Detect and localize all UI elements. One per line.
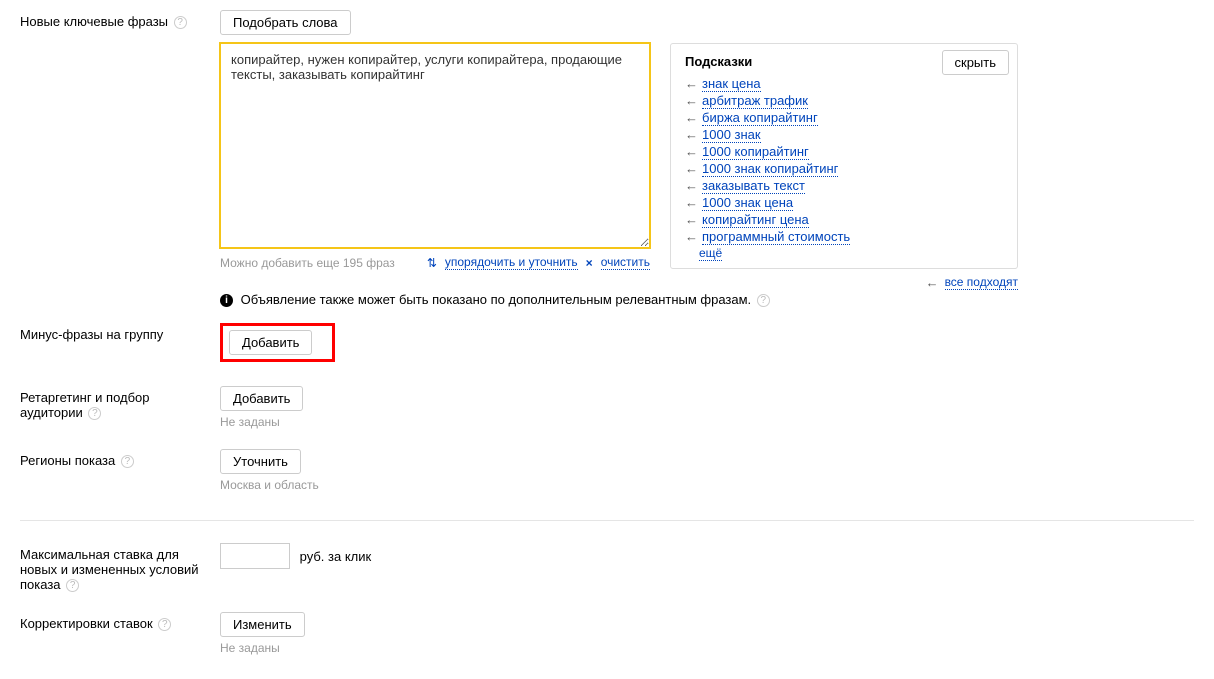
info-text: Объявление также может быть показано по … — [241, 292, 752, 307]
arrow-left-icon: ← — [685, 229, 698, 244]
divider — [20, 520, 1194, 521]
add-retargeting-button[interactable]: Добавить — [220, 386, 303, 411]
suggestion-item[interactable]: ← биржа копирайтинг — [685, 109, 1003, 126]
hide-suggestions-button[interactable]: скрыть — [942, 50, 1010, 75]
organize-link[interactable]: упорядочить и уточнить — [445, 255, 578, 270]
keywords-textarea[interactable] — [220, 43, 650, 248]
suggestion-item[interactable]: ← 1000 копирайтинг — [685, 143, 1003, 160]
suggestion-item[interactable]: ← арбитраж трафик — [685, 92, 1003, 109]
arrow-left-icon: ← — [685, 76, 698, 91]
add-minus-phrases-button[interactable]: Добавить — [229, 330, 312, 355]
bid-unit-label: руб. за клик — [300, 549, 372, 564]
arrow-left-icon: ← — [685, 212, 698, 227]
suggestion-item[interactable]: ← знак цена — [685, 75, 1003, 92]
regions-hint: Москва и область — [220, 474, 1194, 492]
suggestion-item[interactable]: ← 1000 знак копирайтинг — [685, 160, 1003, 177]
bid-adjustments-label: Корректировки ставок ? — [0, 612, 220, 631]
suggestion-link[interactable]: 1000 знак цена — [702, 195, 793, 211]
retargeting-label: Ретаргетинг и подбор аудитории ? — [0, 386, 220, 420]
suggestion-item[interactable]: ← 1000 знак цена — [685, 194, 1003, 211]
bid-adjustments-hint: Не заданы — [220, 637, 1194, 655]
max-bid-label: Максимальная ставка для новых и измененн… — [0, 543, 220, 592]
arrow-left-icon: ← — [685, 110, 698, 125]
clear-link[interactable]: очистить — [601, 255, 650, 270]
help-icon[interactable]: ? — [757, 294, 770, 307]
all-fit-link[interactable]: все подходят — [945, 275, 1018, 290]
suggestion-link[interactable]: заказывать текст — [702, 178, 805, 194]
refine-regions-button[interactable]: Уточнить — [220, 449, 301, 474]
suggestion-link[interactable]: биржа копирайтинг — [702, 110, 818, 126]
highlight-frame: Добавить — [220, 323, 335, 362]
retargeting-hint: Не заданы — [220, 411, 1194, 429]
change-bid-adjustments-button[interactable]: Изменить — [220, 612, 305, 637]
suggestion-item[interactable]: ← копирайтинг цена — [685, 211, 1003, 228]
max-bid-input[interactable] — [220, 543, 290, 569]
suggestion-link[interactable]: арбитраж трафик — [702, 93, 808, 109]
arrow-left-icon: ← — [685, 195, 698, 210]
minus-phrases-label: Минус-фразы на группу — [0, 323, 220, 342]
suggestion-link[interactable]: копирайтинг цена — [702, 212, 809, 228]
arrow-left-icon: ← — [685, 161, 698, 176]
suggestion-item[interactable]: ← заказывать текст — [685, 177, 1003, 194]
keywords-label: Новые ключевые фразы ? — [0, 10, 220, 29]
keywords-remaining-hint: Можно добавить еще 195 фраз — [220, 256, 395, 270]
help-icon[interactable]: ? — [66, 579, 79, 592]
arrow-left-icon: ← — [926, 275, 939, 290]
suggestion-link[interactable]: знак цена — [702, 76, 761, 92]
help-icon[interactable]: ? — [174, 16, 187, 29]
suggestion-link[interactable]: 1000 знак — [702, 127, 761, 143]
info-icon: i — [220, 294, 233, 307]
help-icon[interactable]: ? — [88, 407, 101, 420]
help-icon[interactable]: ? — [121, 455, 134, 468]
suggestions-list: ← знак цена ← арбитраж трафик ← биржа копирай… — [685, 75, 1003, 245]
arrow-left-icon: ← — [685, 144, 698, 159]
arrow-left-icon: ← — [685, 127, 698, 142]
clear-icon: × — [586, 256, 593, 270]
suggestion-link[interactable]: 1000 копирайтинг — [702, 144, 809, 160]
suggestions-panel: скрыть Подсказки ←знак цена←арбитраж тра… — [670, 43, 1018, 269]
arrow-left-icon: ← — [685, 178, 698, 193]
suggest-words-button[interactable]: Подобрать слова — [220, 10, 351, 35]
suggestion-link[interactable]: 1000 знак копирайтинг — [702, 161, 838, 177]
suggestion-item[interactable]: ← 1000 знак — [685, 126, 1003, 143]
help-icon[interactable]: ? — [158, 618, 171, 631]
suggestions-more-link[interactable]: ещё — [699, 246, 722, 261]
arrow-left-icon: ← — [685, 93, 698, 108]
suggestion-link[interactable]: программный стоимость — [702, 229, 850, 245]
regions-label: Регионы показа ? — [0, 449, 220, 468]
organize-icon: ⇅ — [427, 256, 437, 270]
suggestion-item[interactable]: ← программный стоимость — [685, 228, 1003, 245]
